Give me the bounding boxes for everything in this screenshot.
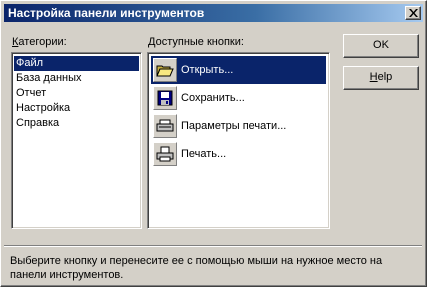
category-item-file[interactable]: Файл: [14, 56, 139, 71]
available-buttons-label: Доступные кнопки:: [148, 36, 244, 48]
button-item-label: Параметры печати...: [181, 120, 287, 132]
button-item-print[interactable]: Печать...: [151, 140, 326, 168]
ok-button[interactable]: OK: [343, 34, 419, 58]
categories-label: Категории:: [12, 36, 67, 48]
button-item-save[interactable]: Сохранить...: [151, 84, 326, 112]
category-item-settings[interactable]: Настройка: [14, 101, 139, 116]
save-floppy-icon: [153, 86, 177, 110]
category-item-help[interactable]: Справка: [14, 116, 139, 131]
window-title: Настройка панели инструментов: [8, 6, 205, 20]
categories-list[interactable]: Файл База данных Отчет Настройка Справка: [11, 52, 142, 229]
category-item-report[interactable]: Отчет: [14, 86, 139, 101]
button-item-print-setup[interactable]: Параметры печати...: [151, 112, 326, 140]
separator: [4, 245, 422, 247]
help-button[interactable]: Help: [343, 66, 419, 90]
button-item-label: Печать...: [181, 148, 227, 160]
available-buttons-list[interactable]: Открыть... Сохранить... Параметры печати…: [147, 52, 330, 229]
printer-icon: [153, 142, 177, 166]
button-item-label: Открыть...: [181, 64, 234, 76]
close-button[interactable]: [405, 6, 421, 20]
print-setup-icon: [153, 114, 177, 138]
open-folder-icon: [153, 58, 177, 82]
button-item-label: Сохранить...: [181, 92, 245, 104]
button-item-open[interactable]: Открыть...: [151, 56, 326, 84]
close-icon: [409, 9, 418, 17]
description-text: Выберите кнопку и перенесите ее с помощь…: [10, 255, 383, 281]
category-item-database[interactable]: База данных: [14, 71, 139, 86]
title-bar[interactable]: Настройка панели инструментов: [4, 4, 423, 22]
